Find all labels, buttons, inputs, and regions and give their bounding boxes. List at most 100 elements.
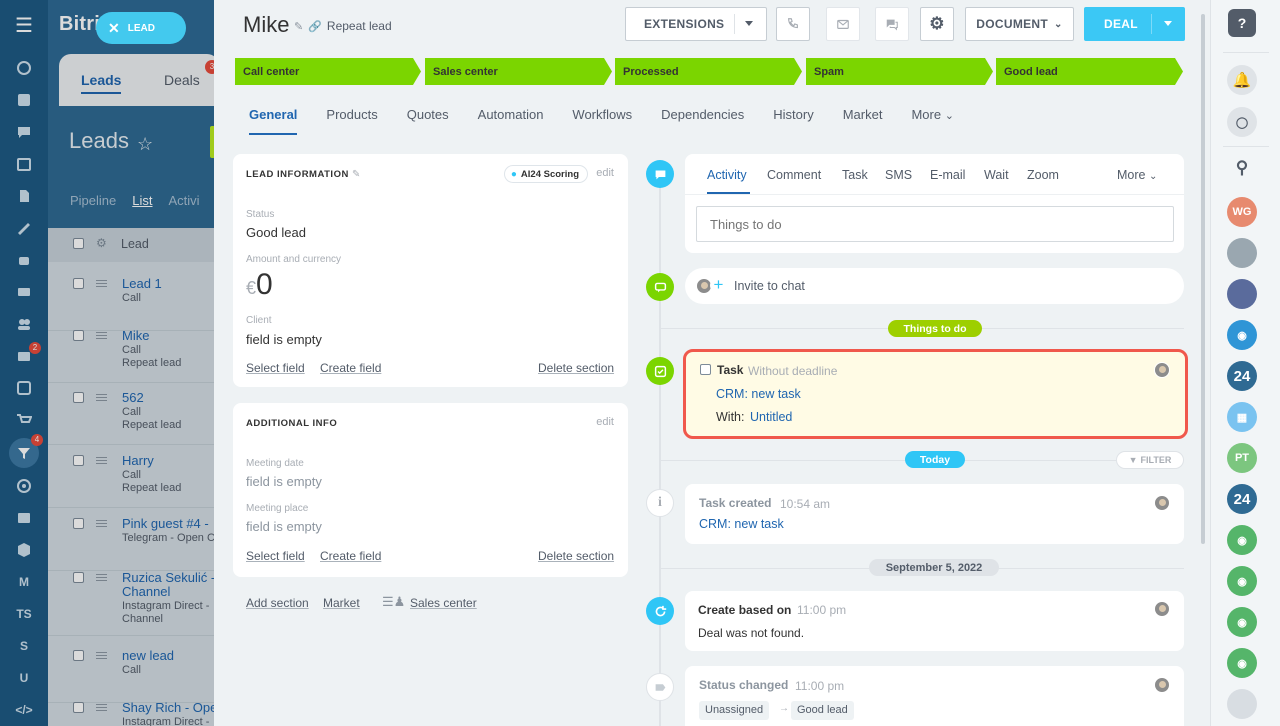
tab-history[interactable]: History [773, 107, 813, 135]
row-checkbox[interactable] [73, 572, 84, 583]
drag-icon[interactable] [96, 394, 107, 401]
view-list[interactable]: List [132, 193, 152, 208]
select-field-link[interactable]: Select field [246, 361, 305, 375]
sign-icon[interactable] [0, 212, 48, 244]
task-card[interactable]: Task Without deadline CRM: new task With… [683, 349, 1188, 439]
drag-icon[interactable] [96, 704, 107, 711]
row-checkbox[interactable] [73, 392, 84, 403]
bitrix24-icon[interactable]: 24 [1227, 361, 1257, 391]
ai-scoring-button[interactable]: ● AI24 Scoring [503, 165, 588, 183]
row-checkbox[interactable] [73, 455, 84, 466]
activity-tab[interactable]: Activity [707, 168, 747, 182]
robot-icon[interactable] [0, 244, 48, 276]
bg-tab-leads[interactable]: Leads [81, 72, 122, 94]
help-icon[interactable]: ? [1228, 9, 1256, 37]
task-link[interactable]: CRM: new task [716, 387, 801, 401]
sales-center-link[interactable]: Sales center [410, 596, 477, 610]
invite-to-chat[interactable]: + Invite to chat [685, 268, 1184, 304]
gear-icon[interactable]: ⚙ [96, 236, 107, 250]
feed-icon[interactable] [0, 84, 48, 116]
group-chat-icon[interactable]: ◉ [1227, 525, 1257, 555]
row-title[interactable]: Mike [122, 328, 149, 343]
list-item[interactable]: Ruzica Sekulić - Channel Instagram Direct … [48, 562, 218, 636]
comment-tab[interactable]: Comment [767, 168, 821, 182]
delete-section-link[interactable]: Delete section [538, 549, 614, 563]
more-tab[interactable]: More ⌄ [1117, 168, 1157, 182]
list-item[interactable]: 562 Call Repeat lead [48, 382, 218, 445]
menu-icon[interactable]: ☰ [0, 8, 48, 42]
drag-icon[interactable] [96, 574, 107, 581]
activity-stream-icon[interactable] [0, 52, 48, 84]
row-title[interactable]: 562 [122, 390, 144, 405]
tasks-icon[interactable] [0, 372, 48, 404]
document-button[interactable]: DOCUMENT ⌄ [965, 7, 1074, 41]
stage-processed[interactable]: Processed [615, 58, 802, 85]
group-chat-icon[interactable]: ◉ [1227, 320, 1257, 350]
email-tab[interactable]: E-mail [930, 168, 965, 182]
drag-icon[interactable] [96, 457, 107, 464]
list-item[interactable]: Harry Call Repeat lead [48, 445, 218, 508]
row-title-line2[interactable]: Channel [122, 584, 170, 599]
row-checkbox[interactable] [73, 330, 84, 341]
rail-item-s[interactable]: S [0, 630, 48, 662]
delete-section-link[interactable]: Delete section [538, 361, 614, 375]
card-icon[interactable] [0, 502, 48, 534]
row-title[interactable]: new lead [122, 648, 174, 663]
deal-button[interactable]: DEAL [1084, 7, 1185, 41]
row-title[interactable]: Shay Rich - Ope [122, 700, 217, 715]
stage-sales-center[interactable]: Sales center [425, 58, 612, 85]
mail-icon[interactable]: 2 [0, 340, 48, 372]
tab-more[interactable]: More ⌄ [911, 107, 953, 135]
calendar-chat-icon[interactable]: ▦ [1227, 402, 1257, 432]
chevron-down-icon[interactable] [1164, 21, 1172, 26]
row-checkbox[interactable] [73, 702, 84, 713]
list-item[interactable]: Shay Rich - Ope Instagram Direct - [48, 692, 218, 726]
drag-icon[interactable] [96, 280, 107, 287]
drag-icon[interactable] [96, 520, 107, 527]
zoom-tab[interactable]: Zoom [1027, 168, 1059, 182]
avatar[interactable] [1227, 279, 1257, 309]
row-checkbox[interactable] [73, 650, 84, 661]
task-tab[interactable]: Task [842, 168, 868, 182]
wait-tab[interactable]: Wait [984, 168, 1009, 182]
market-link[interactable]: Market [323, 596, 360, 610]
comments-icon[interactable]: ◯ [1227, 107, 1257, 137]
scrollbar[interactable] [1201, 14, 1205, 544]
close-lead-slider-button[interactable]: ✕ LEAD [96, 12, 186, 44]
m-logo-icon[interactable]: M [0, 566, 48, 598]
tab-quotes[interactable]: Quotes [407, 107, 449, 135]
drag-icon[interactable] [96, 332, 107, 339]
row-title[interactable]: Lead 1 [122, 276, 162, 291]
select-all-checkbox[interactable] [73, 238, 84, 249]
row-checkbox[interactable] [73, 278, 84, 289]
target-icon[interactable] [0, 470, 48, 502]
tab-products[interactable]: Products [326, 107, 377, 135]
funnel-icon[interactable]: 4 [9, 434, 43, 468]
stage-spam[interactable]: Spam [806, 58, 993, 85]
create-field-link[interactable]: Create field [320, 361, 381, 375]
row-title[interactable]: Ruzica Sekulić - [122, 570, 215, 585]
shop-icon[interactable] [0, 404, 48, 436]
group-chat-icon[interactable]: ◉ [1227, 566, 1257, 596]
stage-call-center[interactable]: Call center [235, 58, 421, 85]
search-icon[interactable]: ⚲ [1227, 153, 1257, 183]
pencil-icon[interactable]: ✎ [352, 169, 361, 180]
sms-tab[interactable]: SMS [885, 168, 912, 182]
stage-good-lead[interactable]: Good lead [996, 58, 1183, 85]
item-link[interactable]: CRM: new task [699, 517, 784, 531]
avatar[interactable] [1227, 238, 1257, 268]
view-activities[interactable]: Activi [169, 193, 200, 208]
drag-icon[interactable] [96, 652, 107, 659]
tab-dependencies[interactable]: Dependencies [661, 107, 744, 135]
create-field-link[interactable]: Create field [320, 549, 381, 563]
box-icon[interactable] [0, 534, 48, 566]
avatar[interactable] [1227, 689, 1257, 719]
add-section-link[interactable]: Add section [246, 596, 309, 610]
edit-link[interactable]: edit [596, 167, 614, 179]
tab-automation[interactable]: Automation [478, 107, 544, 135]
edit-link[interactable]: edit [596, 416, 614, 428]
link-icon[interactable]: 🔗 [308, 20, 322, 33]
phone-icon[interactable] [776, 7, 810, 41]
bell-icon[interactable]: 🔔 [1227, 65, 1257, 95]
pencil-icon[interactable]: ✎ [294, 20, 303, 33]
